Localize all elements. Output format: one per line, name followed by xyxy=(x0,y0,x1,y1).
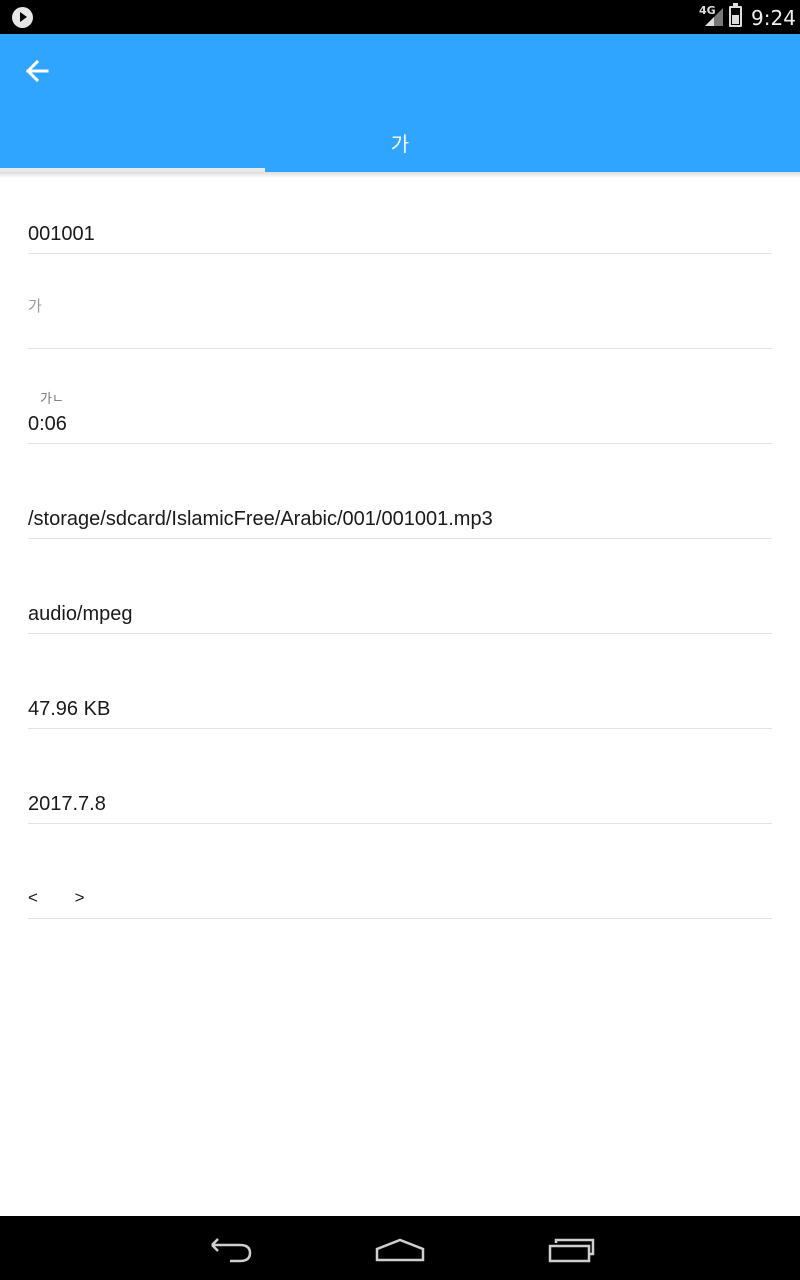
home-nav-icon xyxy=(375,1238,425,1262)
nav-back-button[interactable] xyxy=(200,1232,260,1266)
pager-prev-button[interactable]: < xyxy=(28,888,38,908)
pager-field: < > xyxy=(28,888,772,919)
tab-label: 가 xyxy=(390,132,410,156)
title-value: 001001 xyxy=(28,223,95,245)
status-time: 9:24 xyxy=(751,6,796,30)
nav-home-button[interactable] xyxy=(370,1232,430,1266)
duration-field[interactable]: 가ㄴ 0:06 xyxy=(28,388,772,444)
date-field[interactable]: 2017.7.8 xyxy=(28,785,772,824)
pager-next-button[interactable]: > xyxy=(75,888,85,908)
signal-icon xyxy=(705,8,723,26)
back-button[interactable] xyxy=(18,54,58,88)
back-nav-icon xyxy=(211,1238,252,1263)
app-bar-shadow xyxy=(0,172,800,178)
duration-value: 0:06 xyxy=(28,413,67,435)
path-value: /storage/sdcard/IslamicFree/Arabic/001/0… xyxy=(28,508,493,530)
play-notification-icon xyxy=(12,7,33,28)
nav-recents-button[interactable] xyxy=(542,1232,602,1266)
pager: < > xyxy=(28,888,85,908)
arrow-back-icon xyxy=(25,59,49,83)
mime-value: audio/mpeg xyxy=(28,603,133,625)
status-bar: 4G 9:24 xyxy=(0,0,800,34)
hint-field-placeholder: 가 xyxy=(28,297,42,315)
date-value: 2017.7.8 xyxy=(28,793,106,815)
size-field[interactable]: 47.96 KB xyxy=(28,690,772,729)
app-bar: 가 xyxy=(0,34,800,172)
mime-field[interactable]: audio/mpeg xyxy=(28,595,772,634)
duration-label: 가ㄴ xyxy=(40,392,64,407)
battery-icon xyxy=(729,3,742,27)
hint-field[interactable]: 가 xyxy=(28,290,772,349)
size-value: 47.96 KB xyxy=(28,698,111,720)
title-field[interactable]: 001001 xyxy=(28,215,772,254)
path-field[interactable]: /storage/sdcard/IslamicFree/Arabic/001/0… xyxy=(28,500,772,539)
navigation-bar xyxy=(0,1216,800,1280)
tab-main[interactable]: 가 xyxy=(0,116,800,172)
recents-nav-icon xyxy=(548,1238,595,1263)
